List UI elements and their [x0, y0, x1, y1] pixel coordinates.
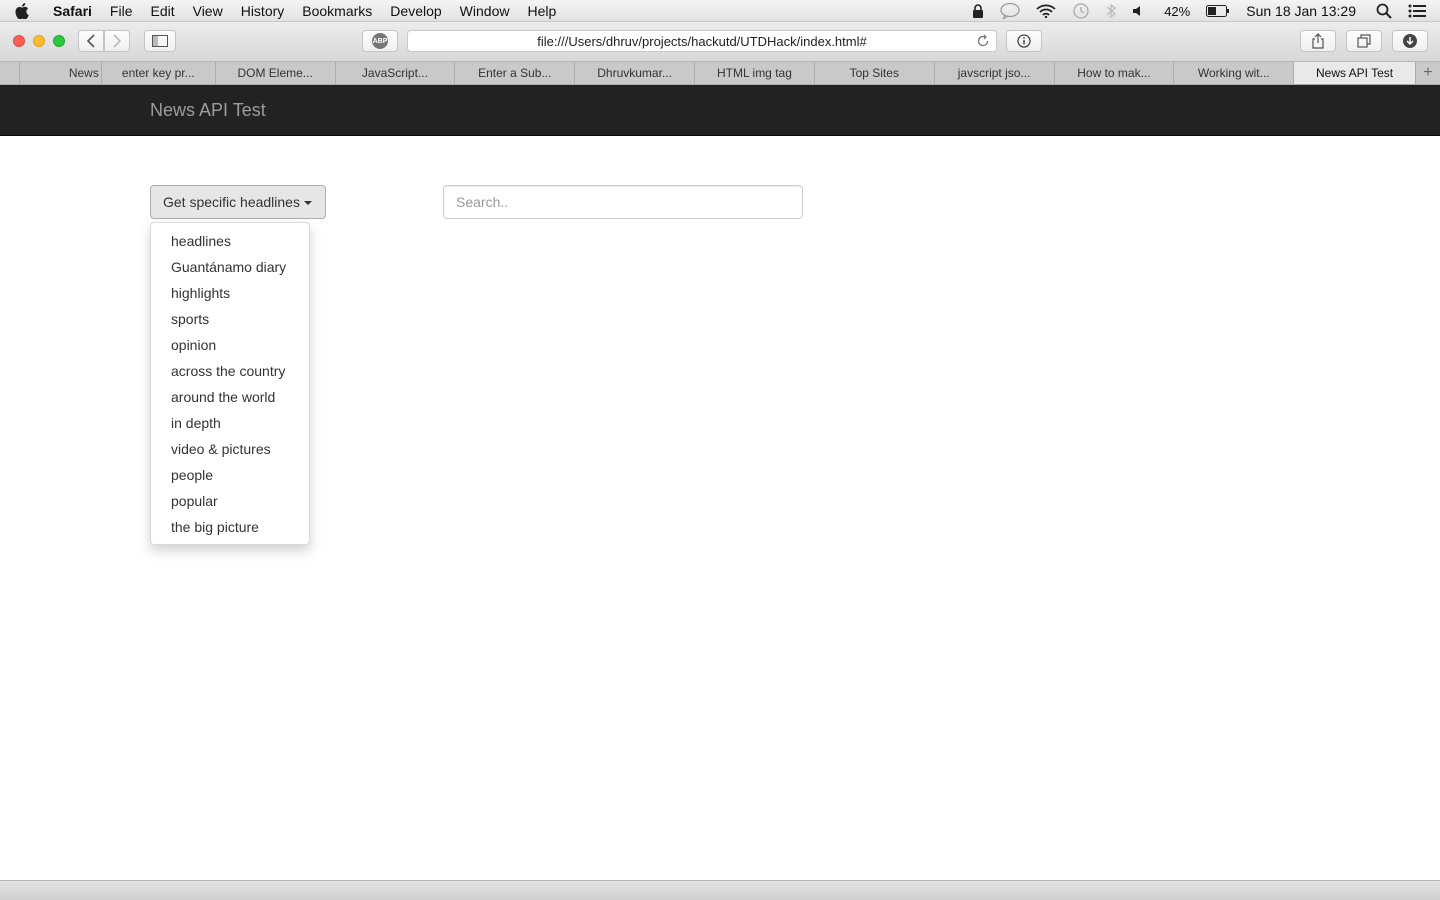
tab-news-api-test[interactable]: News API Test	[1294, 62, 1416, 84]
menu-history[interactable]: History	[232, 0, 294, 22]
window-zoom-button[interactable]	[53, 35, 65, 47]
info-icon	[1017, 34, 1031, 48]
apple-menu-icon[interactable]	[0, 2, 44, 19]
dropdown-item-around-the-world[interactable]: around the world	[151, 384, 309, 410]
address-bar[interactable]: file:///Users/dhruv/projects/hackutd/UTD…	[407, 30, 997, 52]
dropdown-item-highlights[interactable]: highlights	[151, 280, 309, 306]
page-navbar: News API Test	[0, 85, 1440, 136]
tab-overview-button[interactable]	[1346, 30, 1382, 52]
tab-top-sites[interactable]: Top Sites	[815, 62, 935, 84]
tab-enter-key[interactable]: enter key pr...	[102, 62, 216, 84]
download-icon	[1403, 34, 1417, 48]
share-button[interactable]	[1300, 30, 1336, 52]
bluetooth-icon[interactable]	[1098, 3, 1124, 19]
tab-dhruvkumar[interactable]: Dhruvkumar...	[575, 62, 696, 84]
back-button[interactable]	[78, 30, 104, 52]
tab-how-to-make[interactable]: How to mak...	[1055, 62, 1175, 84]
headlines-dropdown-menu: headlines Guantánamo diary highlights sp…	[150, 222, 310, 545]
tab-javscript-json[interactable]: javscript jso...	[935, 62, 1055, 84]
clock[interactable]: Sun 18 Jan 13:29	[1238, 3, 1368, 19]
dropdown-button-label: Get specific headlines	[163, 194, 300, 210]
reload-icon[interactable]	[976, 34, 990, 51]
battery-percent: 42%	[1164, 3, 1191, 19]
new-tab-button[interactable]: +	[1416, 62, 1440, 84]
caret-down-icon	[303, 200, 312, 205]
lock-icon[interactable]	[964, 4, 992, 18]
menu-edit[interactable]: Edit	[141, 0, 183, 22]
adblock-button[interactable]: ABP	[362, 30, 398, 52]
tabs-icon	[1357, 34, 1371, 48]
wifi-icon[interactable]	[1028, 4, 1064, 18]
spotlight-search-icon[interactable]	[1368, 3, 1400, 19]
menu-develop[interactable]: Develop	[381, 0, 450, 22]
dropdown-item-video-pictures[interactable]: video & pictures	[151, 436, 309, 462]
menu-app-safari[interactable]: Safari	[44, 0, 101, 22]
sidebar-toggle-button[interactable]	[144, 30, 176, 52]
menu-help[interactable]: Help	[518, 0, 565, 22]
forward-button[interactable]	[104, 30, 130, 52]
tab-javascript[interactable]: JavaScript...	[336, 62, 456, 84]
menu-bookmarks[interactable]: Bookmarks	[293, 0, 381, 22]
adblock-icon: ABP	[372, 33, 388, 49]
reader-info-button[interactable]	[1006, 30, 1042, 52]
dropdown-item-across-the-country[interactable]: across the country	[151, 358, 309, 384]
dropdown-item-headlines[interactable]: headlines	[151, 228, 309, 254]
menu-view[interactable]: View	[184, 0, 232, 22]
share-icon	[1312, 33, 1324, 49]
menu-bar: Safari File Edit View History Bookmarks …	[0, 0, 1440, 22]
dropdown-item-the-big-picture[interactable]: the big picture	[151, 514, 309, 540]
volume-icon[interactable]	[1124, 4, 1156, 18]
time-machine-icon[interactable]	[1064, 3, 1098, 19]
chevron-left-icon	[86, 34, 95, 48]
tab-dom-element[interactable]: DOM Eleme...	[216, 62, 336, 84]
battery-icon[interactable]	[1198, 5, 1238, 17]
dropdown-item-opinion[interactable]: opinion	[151, 332, 309, 358]
menu-file[interactable]: File	[101, 0, 142, 22]
window-minimize-button[interactable]	[33, 35, 45, 47]
menu-window[interactable]: Window	[451, 0, 519, 22]
dropdown-item-popular[interactable]: popular	[151, 488, 309, 514]
tab-enter-a-sub[interactable]: Enter a Sub...	[455, 62, 576, 84]
notification-center-icon[interactable]	[1400, 4, 1440, 18]
search-input[interactable]	[443, 185, 803, 219]
navbar-brand[interactable]: News API Test	[150, 100, 266, 121]
tab-bar: News enter key pr... DOM Eleme... JavaSc…	[0, 62, 1440, 85]
sidebar-icon	[152, 35, 168, 47]
url-text: file:///Users/dhruv/projects/hackutd/UTD…	[537, 33, 867, 49]
tab-pinned[interactable]	[0, 62, 20, 84]
messages-icon[interactable]	[992, 3, 1028, 19]
tab-news[interactable]: News	[20, 62, 102, 84]
dropdown-item-in-depth[interactable]: in depth	[151, 410, 309, 436]
dropdown-item-people[interactable]: people	[151, 462, 309, 488]
chevron-right-icon	[113, 34, 122, 48]
headlines-dropdown-button[interactable]: Get specific headlines	[150, 185, 326, 219]
downloads-button[interactable]	[1392, 30, 1428, 52]
dropdown-item-guantanamo-diary[interactable]: Guantánamo diary	[151, 254, 309, 280]
tab-working-with[interactable]: Working wit...	[1174, 62, 1295, 84]
browser-toolbar: ABP file:///Users/dhruv/projects/hackutd…	[0, 22, 1440, 62]
window-close-button[interactable]	[13, 35, 25, 47]
window-bottom-bar	[0, 880, 1440, 900]
tab-html-img-tag[interactable]: HTML img tag	[695, 62, 815, 84]
dropdown-item-sports[interactable]: sports	[151, 306, 309, 332]
